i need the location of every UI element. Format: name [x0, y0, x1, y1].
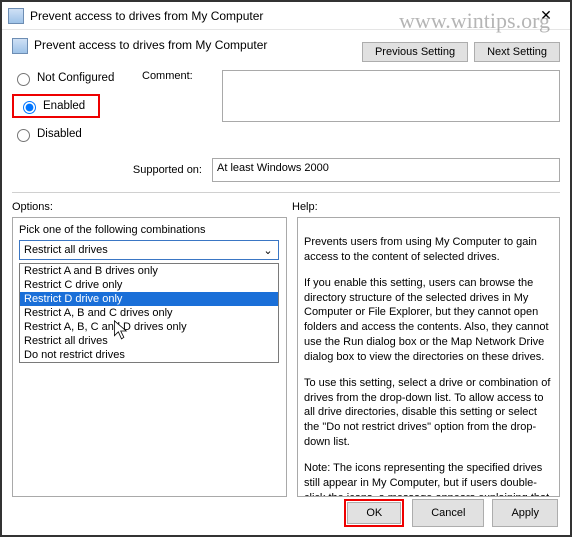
close-button[interactable]: ✕: [528, 5, 564, 27]
radio-not-configured-label: Not Configured: [37, 72, 114, 84]
radio-enabled-label: Enabled: [43, 100, 85, 112]
radio-disabled-input[interactable]: [17, 129, 30, 142]
combo-selected-value: Restrict all drives: [24, 244, 108, 256]
radio-enabled-input[interactable]: [23, 101, 36, 114]
dropdown-item[interactable]: Restrict all drives: [20, 334, 278, 348]
apply-button[interactable]: Apply: [492, 499, 558, 527]
subheader: Prevent access to drives from My Compute…: [2, 30, 570, 66]
dropdown-item[interactable]: Restrict D drive only: [20, 292, 278, 306]
radio-enabled[interactable]: Enabled: [18, 98, 94, 114]
dropdown-item[interactable]: Restrict C drive only: [20, 278, 278, 292]
close-icon: ✕: [540, 7, 552, 24]
help-paragraph: If you enable this setting, users can br…: [304, 276, 553, 365]
previous-setting-button[interactable]: Previous Setting: [362, 42, 468, 62]
divider: [12, 192, 560, 193]
ok-button[interactable]: OK: [347, 502, 401, 524]
help-panel[interactable]: Prevents users from using My Computer to…: [297, 217, 560, 497]
supported-on-label: Supported on:: [12, 164, 212, 176]
dropdown-item[interactable]: Restrict A, B and C drives only: [20, 306, 278, 320]
help-paragraph: Note: The icons representing the specifi…: [304, 461, 553, 497]
dropdown-item[interactable]: Do not restrict drives: [20, 348, 278, 362]
radio-disabled[interactable]: Disabled: [12, 126, 142, 142]
drive-restriction-combo[interactable]: Restrict all drives ⌄: [19, 240, 279, 260]
drive-restriction-dropdown[interactable]: Restrict A and B drives only Restrict C …: [19, 263, 279, 363]
radio-disabled-label: Disabled: [37, 128, 82, 140]
comment-textarea[interactable]: [222, 70, 560, 122]
window-icon: [8, 8, 24, 24]
pick-combination-label: Pick one of the following combinations: [19, 224, 280, 236]
cancel-button[interactable]: Cancel: [412, 499, 484, 527]
radio-not-configured[interactable]: Not Configured: [12, 70, 142, 86]
radio-not-configured-input[interactable]: [17, 73, 30, 86]
dropdown-item[interactable]: Restrict A, B, C and D drives only: [20, 320, 278, 334]
help-paragraph: To use this setting, select a drive or c…: [304, 376, 553, 450]
comment-label: Comment:: [142, 70, 222, 122]
chevron-down-icon: ⌄: [260, 244, 276, 257]
supported-on-value: At least Windows 2000: [212, 158, 560, 182]
options-panel: Pick one of the following combinations R…: [12, 217, 287, 497]
dropdown-item[interactable]: Restrict A and B drives only: [20, 264, 278, 278]
policy-icon: [12, 38, 28, 54]
options-header: Options:: [12, 201, 292, 213]
titlebar: Prevent access to drives from My Compute…: [2, 2, 570, 30]
help-header: Help:: [292, 201, 560, 213]
policy-title: Prevent access to drives from My Compute…: [34, 38, 362, 52]
window-title: Prevent access to drives from My Compute…: [30, 9, 528, 23]
state-radio-group: Not Configured Enabled Disabled: [12, 70, 142, 150]
footer-buttons: OK Cancel Apply: [344, 499, 558, 527]
help-paragraph: Prevents users from using My Computer to…: [304, 235, 553, 265]
next-setting-button[interactable]: Next Setting: [474, 42, 560, 62]
